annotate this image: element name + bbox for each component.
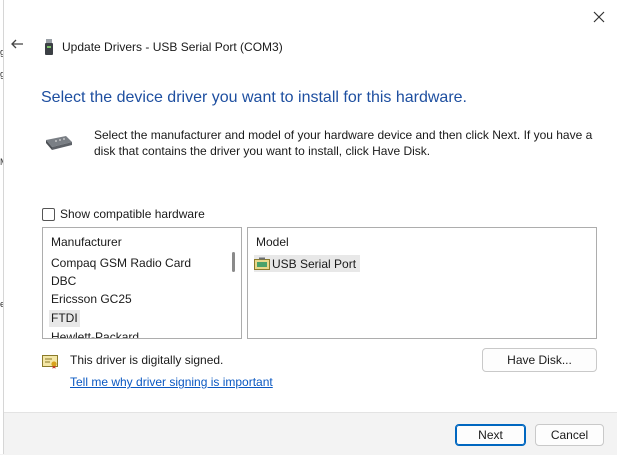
close-button[interactable]	[588, 6, 610, 28]
driver-package-icon	[254, 257, 270, 270]
manufacturer-item[interactable]: Hewlett-Packard	[49, 329, 141, 338]
window-title: Update Drivers - USB Serial Port (COM3)	[62, 40, 283, 54]
update-drivers-dialog: Update Drivers - USB Serial Port (COM3) …	[3, 0, 617, 455]
dialog-footer: Next Cancel	[4, 412, 617, 455]
manufacturer-listbox[interactable]: Manufacturer Compaq GSM Radio Card DBC E…	[42, 227, 242, 339]
manufacturer-item[interactable]: Compaq GSM Radio Card	[49, 255, 193, 272]
usb-device-icon	[45, 39, 53, 55]
show-compatible-checkbox[interactable]	[42, 207, 55, 221]
page-heading: Select the device driver you want to ins…	[41, 89, 467, 106]
show-compatible-label[interactable]: Show compatible hardware	[60, 207, 205, 221]
back-arrow-icon	[11, 39, 23, 49]
manufacturer-item[interactable]: Ericsson GC25	[49, 291, 134, 308]
show-compatible-row[interactable]: Show compatible hardware	[42, 207, 205, 221]
model-item-label: USB Serial Port	[272, 256, 357, 271]
have-disk-button[interactable]: Have Disk...	[482, 348, 597, 372]
signing-status-text: This driver is digitally signed.	[70, 353, 224, 367]
serial-cable-icon	[46, 136, 72, 150]
manufacturer-scrollbar-thumb[interactable]	[232, 252, 235, 272]
driver-signing-link[interactable]: Tell me why driver signing is important	[70, 375, 273, 389]
manufacturer-item-selected[interactable]: FTDI	[49, 310, 80, 327]
manufacturer-header: Manufacturer	[51, 235, 122, 249]
instructions-text: Select the manufacturer and model of you…	[94, 128, 593, 158]
model-listbox[interactable]: Model USB Serial Port	[247, 227, 597, 339]
model-item-selected[interactable]: USB Serial Port	[254, 255, 361, 272]
certificate-icon	[42, 355, 58, 369]
cancel-button[interactable]: Cancel	[535, 424, 604, 446]
back-button[interactable]	[10, 37, 28, 55]
next-button[interactable]: Next	[455, 424, 526, 446]
model-header: Model	[256, 235, 289, 249]
close-icon	[593, 11, 605, 23]
manufacturer-item[interactable]: DBC	[49, 273, 78, 290]
